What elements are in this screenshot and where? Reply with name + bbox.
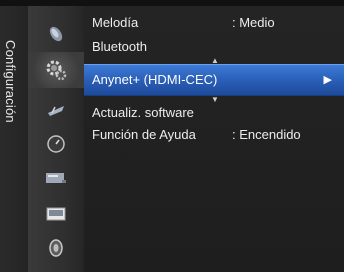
clock-icon — [47, 135, 65, 153]
category-time[interactable] — [28, 126, 84, 162]
category-channel[interactable] — [28, 92, 84, 128]
category-support[interactable] — [28, 230, 84, 266]
category-icon-column — [28, 6, 84, 272]
menu-item-software-update[interactable]: Actualiz. software — [84, 102, 344, 124]
category-input[interactable] — [28, 160, 84, 196]
menu-item-label: Anynet+ (HDMI-CEC) — [92, 72, 218, 87]
section-title: Configuración — [3, 40, 18, 123]
input-source-icon — [46, 173, 66, 183]
submenu-arrow-icon: ▶ — [323, 74, 332, 86]
menu-item-help-function[interactable]: Función de Ayuda : Encendido — [84, 124, 344, 146]
menu-item-label: Función de Ayuda — [92, 127, 196, 142]
settings-gear-icon — [46, 60, 67, 81]
menu-item-value: : Encendido — [232, 127, 301, 142]
support-icon — [49, 239, 63, 257]
category-application[interactable] — [28, 196, 84, 232]
menu-item-anynet[interactable]: Anynet+ (HDMI-CEC) ▶ — [84, 64, 344, 96]
category-picture[interactable] — [28, 16, 84, 52]
menu-item-melodia[interactable]: Melodía : Medio — [84, 12, 344, 34]
category-setup[interactable] — [28, 52, 84, 88]
menu-item-label: Bluetooth — [92, 39, 147, 54]
application-icon — [46, 207, 66, 221]
channel-antenna-icon — [48, 106, 64, 116]
menu-item-value: : Medio — [232, 15, 275, 30]
menu-item-bluetooth[interactable]: Bluetooth — [84, 36, 344, 58]
menu-item-label: Melodía — [92, 15, 139, 30]
picture-icon — [49, 26, 63, 42]
settings-screen: Configuración Melodía: Medio Bluetooth … — [0, 0, 344, 272]
menu-item-label: Actualiz. software — [92, 105, 194, 120]
section-title-bar: Configuración — [0, 6, 28, 272]
settings-menu-list: Melodía : Medio Bluetooth ▲ Anynet+ (HDM… — [84, 6, 344, 272]
